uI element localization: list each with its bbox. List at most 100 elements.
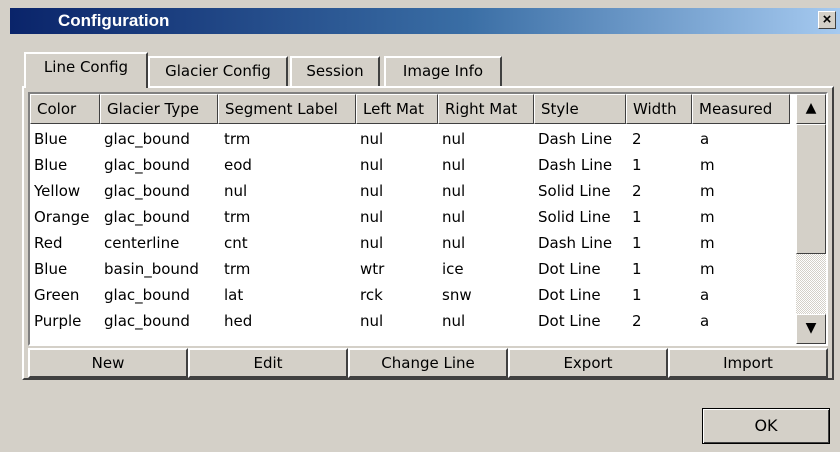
table-row[interactable]: Blue glac_bound trm nul nul Dash Line 2 a [30,128,796,151]
cell-width: 1 [632,156,642,174]
cell-style: Dot Line [538,312,601,330]
tab-image-info[interactable]: Image Info [384,56,502,86]
cell-style: Dash Line [538,156,613,174]
cell-color: Blue [34,156,68,174]
tab-label: Session [306,62,364,80]
cell-measured: a [700,286,710,304]
cell-width: 2 [632,312,642,330]
cell-style: Solid Line [538,182,611,200]
cell-color: Red [34,234,63,252]
cell-glacier-type: glac_bound [104,182,190,200]
cell-right-mat: nul [442,156,466,174]
cell-measured: a [700,130,710,148]
cell-right-mat: nul [442,234,466,252]
up-arrow-icon: ▲ [805,100,817,116]
tab-label: Line Config [43,58,129,76]
cell-color: Blue [34,260,68,278]
cell-color: Green [34,286,80,304]
line-config-table[interactable]: Color Glacier Type Segment Label Left Ma… [28,92,828,346]
ok-button[interactable]: OK [702,408,830,444]
scroll-down-button[interactable]: ▼ [796,314,826,344]
cell-glacier-type: glac_bound [104,286,190,304]
cell-width: 1 [632,208,642,226]
cell-right-mat: nul [442,312,466,330]
cell-width: 2 [632,182,642,200]
close-button[interactable]: × [818,11,836,29]
cell-color: Yellow [34,182,81,200]
cell-right-mat: ice [442,260,464,278]
cell-glacier-type: basin_bound [104,260,199,278]
cell-left-mat: nul [360,234,384,252]
cell-glacier-type: glac_bound [104,156,190,174]
cell-color: Blue [34,130,68,148]
cell-style: Solid Line [538,208,611,226]
table-row[interactable]: Green glac_bound lat rck snw Dot Line 1 a [30,284,796,307]
cell-segment-label: hed [224,312,253,330]
column-header-style[interactable]: Style [534,94,626,124]
column-header-segment-label[interactable]: Segment Label [218,94,356,124]
cell-color: Orange [34,208,90,226]
cell-right-mat: nul [442,130,466,148]
table-header: Color Glacier Type Segment Label Left Ma… [30,94,796,124]
cell-glacier-type: glac_bound [104,208,190,226]
cell-style: Dot Line [538,286,601,304]
cell-style: Dot Line [538,260,601,278]
down-arrow-icon: ▼ [805,320,817,336]
tab-line-config[interactable]: Line Config [24,52,148,88]
new-button[interactable]: New [28,348,188,378]
cell-width: 1 [632,260,642,278]
cell-left-mat: nul [360,130,384,148]
cell-segment-label: trm [224,208,251,226]
column-header-left-mat[interactable]: Left Mat [356,94,438,124]
table-row[interactable]: Blue basin_bound trm wtr ice Dot Line 1 m [30,258,796,281]
cell-width: 1 [632,234,642,252]
cell-glacier-type: glac_bound [104,312,190,330]
cell-segment-label: trm [224,260,251,278]
column-header-width[interactable]: Width [626,94,692,124]
column-header-measured[interactable]: Measured [692,94,790,124]
scroll-track[interactable] [796,254,826,314]
table-row[interactable]: Orange glac_bound trm nul nul Solid Line 1 m [30,206,796,229]
scroll-up-button[interactable]: ▲ [796,94,826,124]
cell-measured: m [700,156,715,174]
table-row[interactable]: Red centerline cnt nul nul Dash Line 1 m [30,232,796,255]
tab-label: Glacier Config [165,62,271,80]
cell-right-mat: nul [442,208,466,226]
column-header-glacier-type[interactable]: Glacier Type [100,94,218,124]
cell-measured: m [700,260,715,278]
cell-segment-label: trm [224,130,251,148]
cell-left-mat: wtr [360,260,385,278]
table-row[interactable]: Yellow glac_bound nul nul nul Solid Line 2 m [30,180,796,203]
title-bar: Configuration × [10,8,840,34]
cell-segment-label: lat [224,286,244,304]
cell-left-mat: rck [360,286,383,304]
cell-right-mat: nul [442,182,466,200]
cell-left-mat: nul [360,182,384,200]
cell-glacier-type: glac_bound [104,130,190,148]
cell-segment-label: eod [224,156,252,174]
tab-glacier-config[interactable]: Glacier Config [148,56,288,86]
change-line-button[interactable]: Change Line [348,348,508,378]
scroll-thumb[interactable] [796,124,826,254]
cell-width: 2 [632,130,642,148]
cell-measured: a [700,312,710,330]
column-header-color[interactable]: Color [30,94,100,124]
cell-style: Dash Line [538,234,613,252]
tab-session[interactable]: Session [290,56,380,86]
column-header-right-mat[interactable]: Right Mat [438,94,534,124]
table-row[interactable]: Blue glac_bound eod nul nul Dash Line 1 m [30,154,796,177]
cell-right-mat: snw [442,286,472,304]
tab-label: Image Info [402,62,484,80]
cell-glacier-type: centerline [104,234,180,252]
vertical-scrollbar[interactable]: ▲ ▼ [796,94,826,344]
cell-left-mat: nul [360,312,384,330]
cell-width: 1 [632,286,642,304]
cell-style: Dash Line [538,130,613,148]
cell-measured: m [700,208,715,226]
cell-left-mat: nul [360,208,384,226]
edit-button[interactable]: Edit [188,348,348,378]
import-button[interactable]: Import [668,348,828,378]
table-row[interactable]: Purple glac_bound hed nul nul Dot Line 2 a [30,310,796,333]
cell-color: Purple [34,312,82,330]
export-button[interactable]: Export [508,348,668,378]
